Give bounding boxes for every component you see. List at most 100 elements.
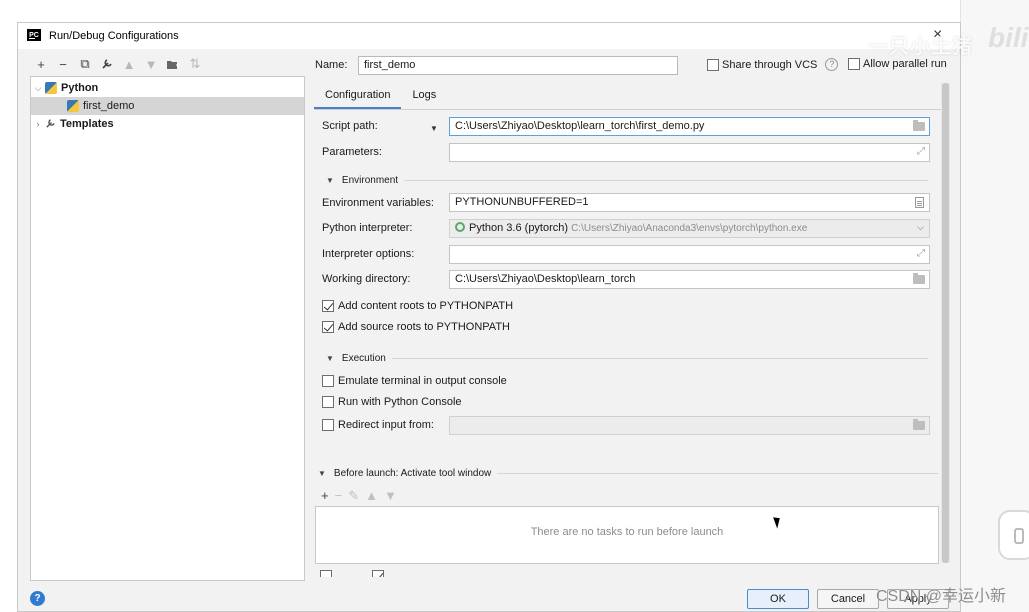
parameters-label: Parameters: bbox=[322, 146, 382, 158]
uploader-watermark: 一只小土猪 bbox=[868, 36, 973, 58]
dialog-title: Run/Debug Configurations bbox=[49, 30, 179, 42]
add-source-roots-checkbox[interactable] bbox=[322, 321, 334, 333]
add-source-roots-option[interactable]: Add source roots to PYTHONPATH bbox=[322, 321, 510, 333]
clipped-checkbox[interactable] bbox=[320, 570, 332, 577]
script-type-dropdown-icon[interactable]: ▼ bbox=[430, 124, 438, 133]
name-input[interactable]: first_demo bbox=[358, 56, 678, 75]
interpreter-status-icon bbox=[455, 222, 465, 232]
python-icon bbox=[67, 100, 79, 112]
phone-icon bbox=[1014, 528, 1024, 544]
csdn-watermark: CSDN @幸运小新 bbox=[876, 588, 1007, 605]
redirect-input-label: Redirect input from: bbox=[338, 419, 434, 431]
edit-icon[interactable]: ✎ bbox=[348, 488, 359, 504]
working-dir-input[interactable]: C:\Users\Zhiyao\Desktop\learn_torch bbox=[449, 270, 930, 289]
interp-options-input[interactable]: ⤢ bbox=[449, 245, 930, 264]
help-icon[interactable]: ? bbox=[30, 591, 45, 606]
execution-section-title: Execution bbox=[341, 353, 386, 364]
chevron-down-icon[interactable]: ⌵ bbox=[31, 83, 45, 94]
name-label: Name: bbox=[315, 59, 348, 71]
sort-icon[interactable]: ⇅ bbox=[184, 56, 206, 72]
before-launch-title: Before launch: Activate tool window bbox=[333, 468, 492, 479]
expand-icon[interactable]: ⤢ bbox=[917, 248, 925, 259]
cancel-button[interactable]: Cancel bbox=[817, 589, 879, 609]
tree-item-templates[interactable]: › Templates bbox=[31, 115, 304, 133]
tree-item-first-demo[interactable]: first_demo bbox=[31, 97, 304, 115]
chevron-down-icon[interactable]: ⌵ bbox=[917, 222, 924, 233]
vertical-scrollbar[interactable] bbox=[941, 83, 950, 563]
move-up-icon[interactable]: ▲ bbox=[118, 56, 140, 72]
tab-divider bbox=[314, 109, 942, 110]
copy-icon[interactable]: ⧉ bbox=[74, 56, 96, 72]
add-icon[interactable]: + bbox=[30, 56, 52, 72]
tab-logs[interactable]: Logs bbox=[401, 85, 447, 110]
interpreter-path: C:\Users\Zhiyao\Anaconda3\envs\pytorch\p… bbox=[571, 223, 808, 234]
config-toolbar: + − ⧉ ▲ ▼ ⇅ bbox=[30, 56, 206, 72]
bilibili-watermark: bili bbox=[988, 22, 1029, 53]
redirect-input-field[interactable] bbox=[449, 416, 930, 435]
scrollbar-thumb[interactable] bbox=[942, 83, 949, 563]
before-launch-task-list[interactable]: There are no tasks to run before launch bbox=[315, 506, 939, 564]
collapse-icon[interactable]: ▼ bbox=[326, 176, 334, 185]
tree-label: Templates bbox=[60, 118, 114, 130]
env-vars-value: PYTHONUNBUFFERED=1 bbox=[455, 196, 589, 208]
env-vars-label: Environment variables: bbox=[322, 197, 434, 209]
folder-icon[interactable] bbox=[913, 419, 925, 430]
execution-section[interactable]: ▼ Execution bbox=[326, 353, 928, 364]
emulate-terminal-checkbox[interactable] bbox=[322, 375, 334, 387]
remove-icon[interactable]: − bbox=[52, 56, 74, 72]
move-down-icon[interactable]: ▼ bbox=[384, 488, 397, 504]
run-python-console-label: Run with Python Console bbox=[338, 396, 462, 408]
tree-label: Python bbox=[61, 82, 99, 94]
redirect-input-checkbox[interactable] bbox=[322, 419, 334, 431]
help-icon[interactable]: ? bbox=[825, 58, 839, 71]
wrench-icon[interactable] bbox=[96, 56, 118, 72]
tree-item-python[interactable]: ⌵ Python bbox=[31, 79, 304, 97]
move-down-icon[interactable]: ▼ bbox=[140, 56, 162, 72]
new-folder-icon[interactable] bbox=[162, 56, 184, 72]
environment-section[interactable]: ▼ Environment bbox=[326, 175, 928, 186]
working-dir-value: C:\Users\Zhiyao\Desktop\learn_torch bbox=[455, 273, 636, 285]
allow-parallel-option[interactable]: Allow parallel run bbox=[848, 58, 947, 70]
interpreter-select[interactable]: Python 3.6 (pytorch) C:\Users\Zhiyao\Anac… bbox=[449, 219, 930, 238]
collapse-icon[interactable]: ▼ bbox=[318, 469, 326, 478]
emulate-terminal-option[interactable]: Emulate terminal in output console bbox=[322, 375, 507, 387]
clipped-checkbox[interactable] bbox=[372, 570, 384, 577]
ok-button[interactable]: OK bbox=[747, 589, 809, 609]
tab-configuration[interactable]: Configuration bbox=[314, 85, 402, 110]
document-icon[interactable] bbox=[915, 197, 924, 208]
expand-icon[interactable]: ⤢ bbox=[917, 146, 925, 157]
redirect-input-option[interactable]: Redirect input from: bbox=[322, 419, 434, 431]
remove-icon[interactable]: − bbox=[335, 488, 343, 504]
chevron-right-icon[interactable]: › bbox=[31, 119, 45, 129]
interpreter-label: Python interpreter: bbox=[322, 222, 413, 234]
title-bar: PC Run/Debug Configurations × bbox=[18, 23, 960, 49]
empty-tasks-text: There are no tasks to run before launch bbox=[530, 526, 724, 538]
script-path-input[interactable]: C:\Users\Zhiyao\Desktop\learn_torch\firs… bbox=[449, 117, 930, 136]
add-icon[interactable]: + bbox=[321, 488, 329, 504]
folder-icon[interactable] bbox=[913, 120, 925, 131]
script-path-value: C:\Users\Zhiyao\Desktop\learn_torch\firs… bbox=[455, 120, 705, 132]
pycharm-icon: PC bbox=[27, 29, 41, 43]
add-content-roots-checkbox[interactable] bbox=[322, 300, 334, 312]
collapse-icon[interactable]: ▼ bbox=[326, 354, 334, 363]
before-launch-section[interactable]: ▼ Before launch: Activate tool window bbox=[318, 468, 938, 479]
section-divider bbox=[391, 358, 928, 359]
working-dir-label: Working directory: bbox=[322, 273, 411, 285]
share-vcs-option[interactable]: Share through VCS ? bbox=[707, 58, 839, 71]
add-content-roots-label: Add content roots to PYTHONPATH bbox=[338, 300, 514, 312]
env-vars-input[interactable]: PYTHONUNBUFFERED=1 bbox=[449, 193, 930, 212]
script-path-label: Script path: bbox=[322, 120, 378, 132]
run-python-console-option[interactable]: Run with Python Console bbox=[322, 396, 462, 408]
share-vcs-checkbox[interactable] bbox=[707, 58, 719, 71]
run-python-console-checkbox[interactable] bbox=[322, 396, 334, 408]
add-content-roots-option[interactable]: Add content roots to PYTHONPATH bbox=[322, 300, 513, 312]
allow-parallel-label: Allow parallel run bbox=[863, 58, 947, 70]
parameters-input[interactable]: ⤢ bbox=[449, 143, 930, 162]
interpreter-name: Python 3.6 (pytorch) bbox=[469, 222, 569, 234]
floating-side-button[interactable] bbox=[998, 510, 1029, 560]
allow-parallel-checkbox[interactable] bbox=[848, 58, 860, 70]
move-up-icon[interactable]: ▲ bbox=[365, 488, 378, 504]
folder-icon[interactable] bbox=[913, 273, 925, 284]
tree-label: first_demo bbox=[83, 100, 135, 112]
run-debug-configurations-dialog: PC Run/Debug Configurations × + − ⧉ ▲ ▼ … bbox=[17, 22, 961, 612]
